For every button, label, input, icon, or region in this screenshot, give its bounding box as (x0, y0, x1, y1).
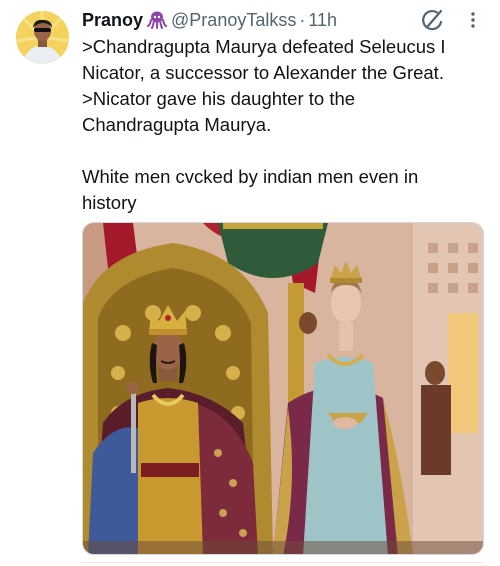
tweet-text: >Chandragupta Maurya defeated Seleucus I… (82, 36, 446, 213)
avatar[interactable] (16, 11, 69, 64)
tweet-image[interactable] (82, 222, 484, 555)
grok-icon[interactable] (420, 7, 446, 33)
user-handle[interactable]: @PranoyTalkss (171, 10, 296, 30)
scene-illustration (83, 223, 483, 554)
octopus-badge-icon (147, 9, 168, 35)
display-name[interactable]: Pranoy (82, 10, 143, 30)
divider (82, 562, 484, 563)
timestamp[interactable]: 11h (308, 10, 337, 30)
avatar-image (16, 11, 69, 64)
more-options-icon[interactable] (465, 10, 481, 30)
separator-dot: · (299, 10, 306, 30)
